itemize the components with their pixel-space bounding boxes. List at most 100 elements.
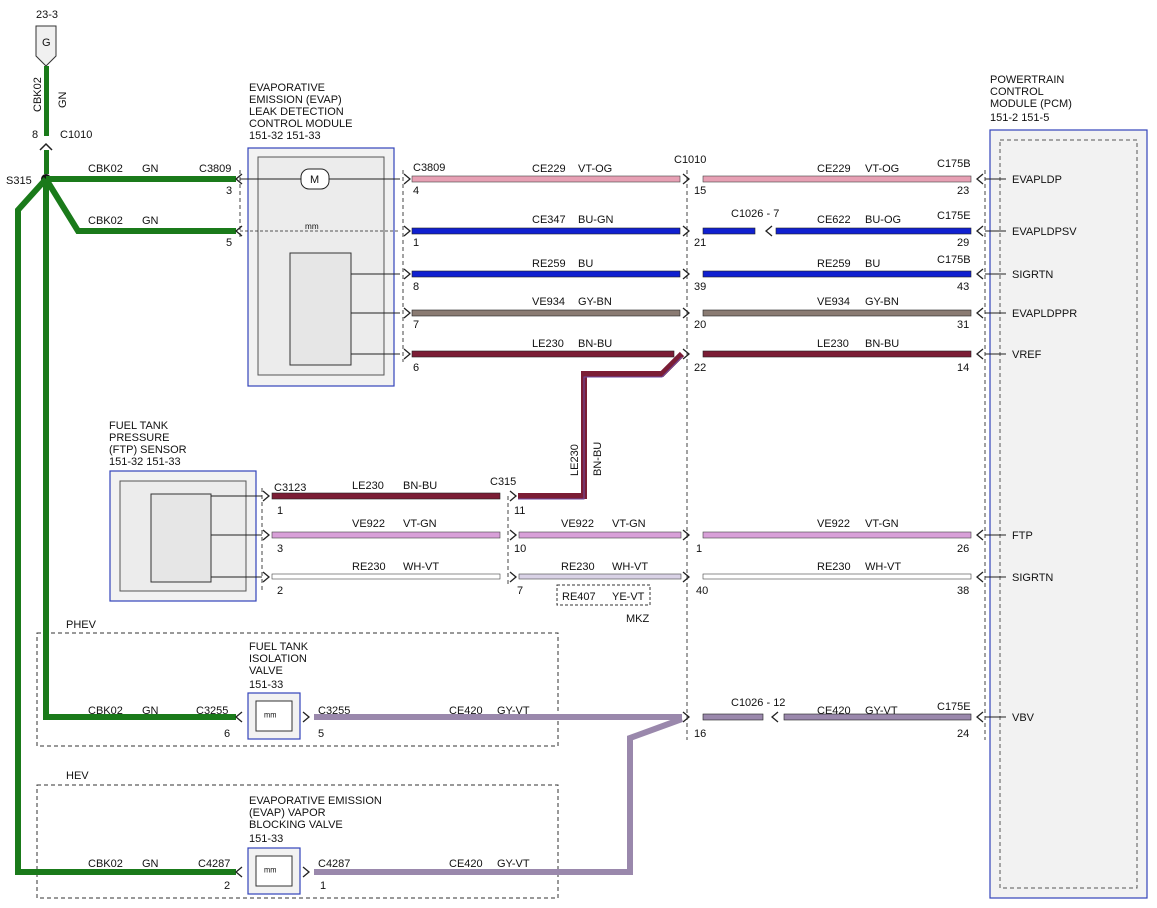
ce347-color: BU-GN <box>578 214 614 226</box>
wire-ce229-left <box>411 175 681 183</box>
ve934-left-color: GY-BN <box>578 296 612 308</box>
vbv-module-title: EVAPORATIVE EMISSION (EVAP) VAPOR BLOCKI… <box>249 795 382 845</box>
ftiv-line-4: 151-33 <box>249 679 283 691</box>
pcm-module-title: POWERTRAIN CONTROL MODULE (PCM) 151-2 15… <box>990 74 1072 124</box>
c1010-pin-22: 22 <box>694 362 706 374</box>
conn-arrow <box>975 225 984 237</box>
conn-arrow <box>682 173 691 185</box>
ftp-pin-2: 2 <box>277 585 283 597</box>
le230-vertical-color: BN-BU <box>592 442 604 476</box>
conn-arrow <box>770 711 779 723</box>
conn-arrow <box>403 348 412 360</box>
ce229-right-color: VT-OG <box>865 163 899 175</box>
ground-wire-color: GN <box>57 91 69 108</box>
ftiv-left-pin: 6 <box>224 728 230 740</box>
conn-arrow <box>975 348 984 360</box>
wire-ve934-right <box>702 309 972 317</box>
evap-ldcm-module-title: EVAPORATIVE EMISSION (EVAP) LEAK DETECTI… <box>249 82 353 142</box>
le230-right-color: BN-BU <box>865 338 899 350</box>
c3123-label: C3123 <box>274 482 306 494</box>
c175e-1: C175E <box>937 210 971 222</box>
conn-arrow <box>403 173 412 185</box>
pcm-pin-14: 14 <box>957 362 969 374</box>
vbv-line-3: BLOCKING VALVE <box>249 819 343 831</box>
c1010-pin-16: 16 <box>694 728 706 740</box>
pcm-pin-evapldpsv: EVAPLDPSV <box>1012 226 1077 238</box>
wire-ve922-mid <box>518 531 682 539</box>
ftiv-coil-icon: ᵐᵐ <box>264 711 277 723</box>
c1010-pin-15: 15 <box>694 185 706 197</box>
c1010-pin-20: 20 <box>694 319 706 331</box>
ftp-module-title: FUEL TANK PRESSURE (FTP) SENSOR 151-32 1… <box>109 420 187 468</box>
vbv-line-1: EVAPORATIVE EMISSION <box>249 795 382 807</box>
pcm-pin-29: 29 <box>957 237 969 249</box>
ground-wire <box>44 66 49 136</box>
ftiv-line-3: VALVE <box>249 665 283 677</box>
conn-arrow <box>403 268 412 280</box>
green3-id: CBK02 <box>88 705 123 717</box>
c175e-2: C175E <box>937 701 971 713</box>
pcm-pin-26: 26 <box>957 543 969 555</box>
re230-right-id: RE230 <box>817 561 851 573</box>
pcm-line-3: MODULE (PCM) <box>990 98 1072 110</box>
conn-arrow <box>509 529 518 541</box>
ce420-ftiv-id: CE420 <box>449 705 483 717</box>
ground-connector: C1010 <box>60 129 92 141</box>
wire-re230-left <box>271 573 501 580</box>
ftiv-right-pin: 5 <box>318 728 324 740</box>
wire-ve922-left <box>271 531 501 539</box>
wire-ve922-right <box>702 531 972 539</box>
wire-ce420-right-a <box>702 713 764 721</box>
c1010-pin-39: 39 <box>694 281 706 293</box>
ce229-left-id: CE229 <box>532 163 566 175</box>
le230-ftp-id: LE230 <box>352 480 384 492</box>
conn-arrow <box>682 529 691 541</box>
pcm-pin-vref: VREF <box>1012 349 1042 361</box>
c315-pin-7: 7 <box>517 585 523 597</box>
c3809-right-label: C3809 <box>413 162 445 174</box>
wire-le230-splice-stripe <box>518 356 683 500</box>
evap-pin-8: 8 <box>413 281 419 293</box>
le230-ftp-color: BN-BU <box>403 480 437 492</box>
conn-arrow <box>975 268 984 280</box>
pcm-line-1: POWERTRAIN <box>990 74 1064 86</box>
pcm-pin-sigrtn-1: SIGRTN <box>1012 269 1053 281</box>
c315-pin-10: 10 <box>514 543 526 555</box>
ce420-vbv-color: GY-VT <box>497 858 530 870</box>
ve922-mid-color: VT-GN <box>612 518 646 530</box>
conn-arrow <box>975 711 984 723</box>
conn-arrow <box>234 711 243 723</box>
pcm-pin-sigrtn-2: SIGRTN <box>1012 572 1053 584</box>
c315-label: C315 <box>490 476 516 488</box>
vbv-line-2: (EVAP) VAPOR <box>249 807 326 819</box>
ce622-color: BU-OG <box>865 214 901 226</box>
ftiv-line-2: ISOLATION <box>249 653 307 665</box>
ftp-line-2: PRESSURE <box>109 432 170 444</box>
wire-ce622 <box>775 227 972 235</box>
wire-ce347 <box>411 227 681 235</box>
le230-left-color: BN-BU <box>578 338 612 350</box>
conn-arrow <box>682 307 691 319</box>
ftp-sensor-box <box>150 493 212 583</box>
evap-ldcm-line-2: EMISSION (EVAP) <box>249 94 342 106</box>
green1-color: GN <box>142 163 159 175</box>
conn-arrow <box>302 866 311 878</box>
phev-label: PHEV <box>66 619 97 631</box>
re259-left-id: RE259 <box>532 258 566 270</box>
ftiv-module-title: FUEL TANK ISOLATION VALVE 151-33 <box>249 641 309 691</box>
re230-left-id: RE230 <box>352 561 386 573</box>
le230-vertical-id: LE230 <box>569 444 581 476</box>
re230-mid-color: WH-VT <box>612 561 648 573</box>
vbv-right-pin: 1 <box>320 880 326 892</box>
conn-arrow <box>403 307 412 319</box>
wire-ce229-right <box>702 175 972 183</box>
conn-arrow <box>975 307 984 319</box>
c3255-left-label: C3255 <box>196 705 228 717</box>
green3-color: GN <box>142 705 159 717</box>
conn-arrow <box>403 225 412 237</box>
evap-pin-1: 1 <box>413 237 419 249</box>
c4287-right-label: C4287 <box>318 858 350 870</box>
evap-pin-7: 7 <box>413 319 419 331</box>
evap-ldcm-line-1: EVAPORATIVE <box>249 82 325 94</box>
re259-left-color: BU <box>578 258 593 270</box>
